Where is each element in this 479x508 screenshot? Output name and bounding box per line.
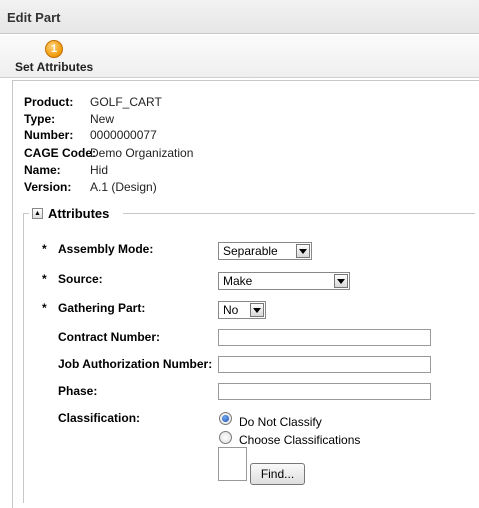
contract-number-field[interactable]: [218, 329, 431, 346]
choose-classifications-label[interactable]: Choose Classifications: [239, 433, 360, 447]
gathering-part-select[interactable]: No: [218, 301, 266, 319]
do-not-classify-radio[interactable]: [219, 412, 232, 425]
do-not-classify-label[interactable]: Do Not Classify: [239, 415, 322, 429]
assembly-mode-select[interactable]: Separable: [218, 242, 312, 260]
phase-label: Phase:: [58, 384, 98, 398]
page-title: Edit Part: [7, 10, 61, 25]
required-marker: *: [42, 272, 47, 286]
job-authorization-number-field[interactable]: [218, 356, 431, 373]
wizard-step-bar: 1 Set Attributes: [0, 35, 479, 78]
step-number-icon[interactable]: 1: [45, 40, 63, 58]
find-button[interactable]: Find...: [250, 463, 305, 485]
classification-box: [218, 447, 247, 481]
info-value: A.1 (Design): [90, 180, 157, 194]
chevron-down-icon[interactable]: [334, 274, 348, 288]
info-label: Name:: [24, 163, 61, 177]
gathering-part-value: No: [223, 303, 239, 317]
info-label: CAGE Code:: [24, 146, 96, 160]
step-label[interactable]: Set Attributes: [15, 60, 93, 74]
chevron-down-icon[interactable]: [296, 244, 310, 258]
info-value: New: [90, 112, 115, 126]
assembly-mode-label: Assembly Mode:: [58, 242, 154, 256]
phase-field[interactable]: [218, 383, 431, 400]
title-bar: Edit Part: [0, 0, 479, 34]
info-label: Version:: [24, 180, 72, 194]
collapse-icon[interactable]: ▲: [32, 208, 43, 219]
info-value: Hid: [90, 163, 109, 177]
required-marker: *: [42, 301, 47, 315]
choose-classifications-radio[interactable]: [219, 431, 232, 444]
gathering-part-label: Gathering Part:: [58, 301, 146, 315]
assembly-mode-value: Separable: [223, 244, 278, 258]
info-value: Demo Organization: [90, 146, 194, 160]
info-label: Product:: [24, 95, 74, 109]
attributes-legend: ▲ Attributes: [29, 206, 123, 222]
source-value: Make: [223, 274, 253, 288]
classification-label: Classification:: [58, 411, 141, 425]
chevron-down-icon[interactable]: [250, 303, 264, 317]
info-value: 0000000077: [90, 128, 157, 142]
info-label: Type:: [24, 112, 56, 126]
job-authorization-number-label: Job Authorization Number:: [58, 357, 213, 371]
source-label: Source:: [58, 272, 103, 286]
info-value: GOLF_CART: [90, 95, 162, 109]
info-label: Number:: [24, 128, 74, 142]
attributes-legend-label: Attributes: [48, 206, 110, 221]
required-marker: *: [42, 242, 47, 256]
source-select[interactable]: Make: [218, 272, 350, 290]
contract-number-label: Contract Number:: [58, 330, 161, 344]
